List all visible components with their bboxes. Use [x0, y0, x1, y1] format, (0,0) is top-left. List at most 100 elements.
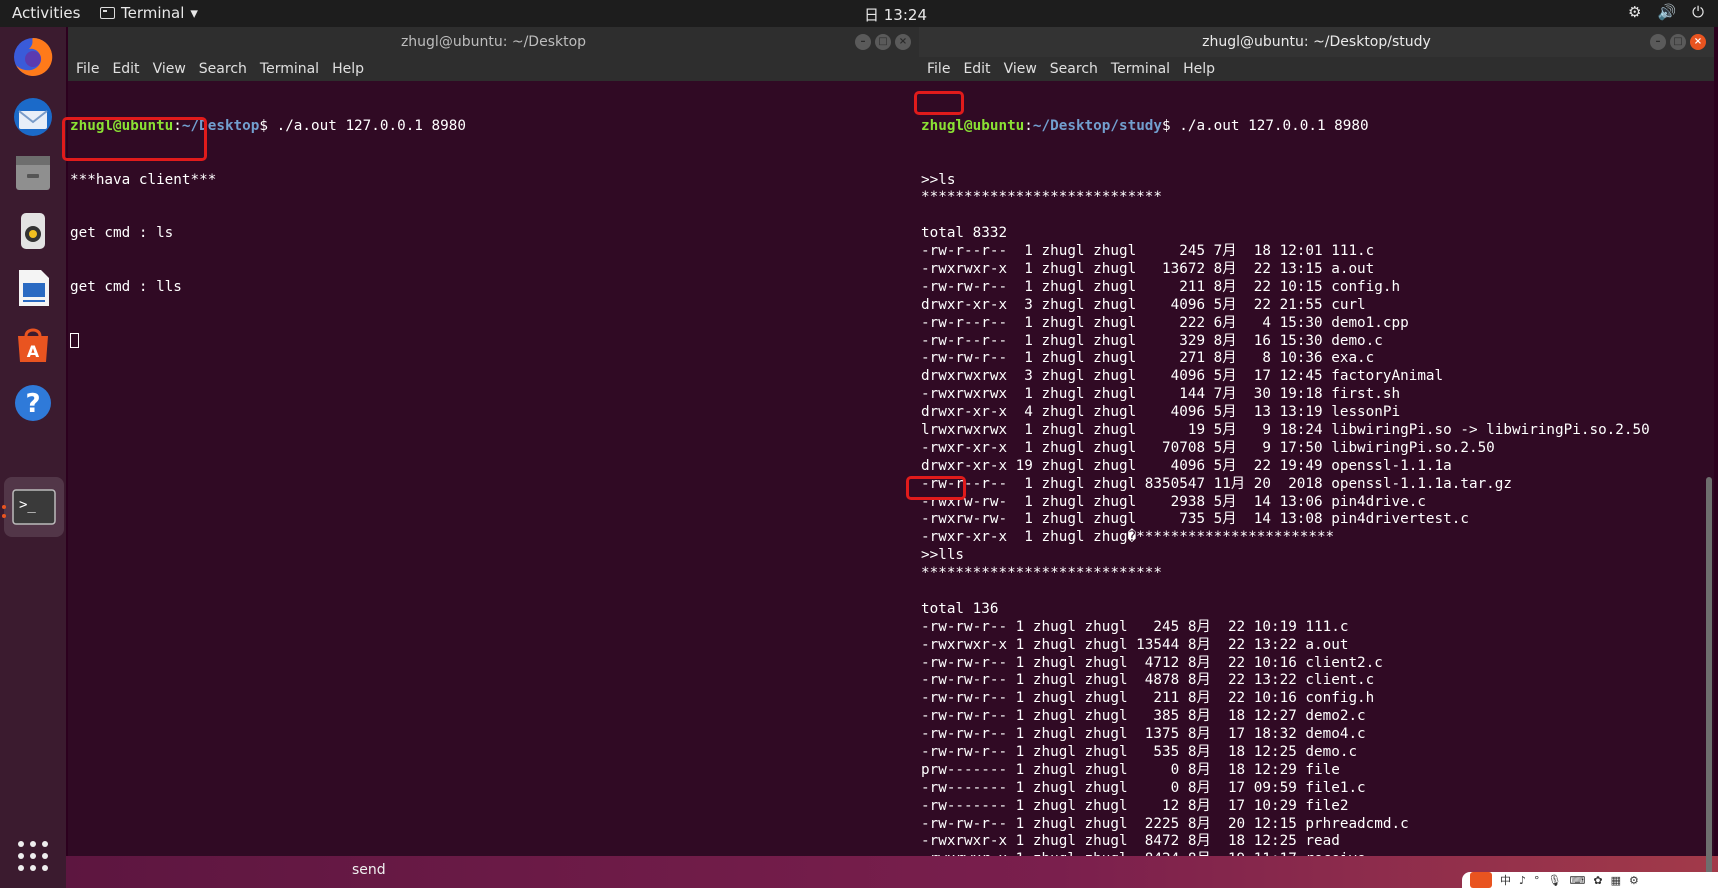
output-line: -rw-rw-r-- 1 zhugl zhugl 2225 8月 20 12:1…: [921, 815, 1409, 832]
output-line: drwxr-xr-x 4 zhugl zhugl 4096 5月 13 13:1…: [921, 404, 1401, 421]
output-line: total 8332: [921, 225, 1008, 242]
output-line: >>ls: [921, 171, 956, 188]
output-line: -rwxrwxrwx 1 zhugl zhugl 144 7月 30 19:18…: [921, 386, 1401, 403]
writer-icon[interactable]: [9, 264, 57, 312]
app-menu-button[interactable]: Terminal ▾: [100, 4, 198, 22]
system-tray[interactable]: ⚙ 🔊 ⏻: [1628, 3, 1704, 21]
running-indicator: [2, 514, 6, 518]
running-indicator: [2, 505, 6, 509]
right-window-titlebar[interactable]: zhugl@ubuntu: ~/Desktop/study – □ ×: [919, 27, 1714, 57]
window-title: zhugl@ubuntu: ~/Desktop/study: [1202, 34, 1431, 50]
menu-help[interactable]: Help: [1183, 57, 1215, 81]
menu-terminal[interactable]: Terminal: [260, 57, 319, 81]
output-line: -rwxrw-rw- 1 zhugl zhugl 735 5月 14 13:08…: [921, 511, 1469, 528]
output-line: prw------- 1 zhugl zhugl 0 8月 18 12:29 f…: [921, 761, 1340, 778]
output-line: -rw-rw-r-- 1 zhugl zhugl 211 8月 22 10:16…: [921, 690, 1375, 707]
menu-terminal[interactable]: Terminal: [1111, 57, 1170, 81]
cursor-line: [70, 333, 919, 351]
right-terminal-output[interactable]: zhugl@ubuntu:~/Desktop/study$ ./a.out 12…: [921, 82, 1714, 856]
help-icon[interactable]: ?: [9, 379, 57, 427]
output-line: drwxr-xr-x 3 zhugl zhugl 4096 5月 22 21:5…: [921, 296, 1366, 313]
clock[interactable]: 日 13:24: [864, 4, 927, 25]
left-terminal-output[interactable]: zhugl@ubuntu:~/Desktop$ ./a.out 127.0.0.…: [70, 82, 919, 856]
output-line: -rw-rw-r-- 1 zhugl zhugl 535 8月 18 12:25…: [921, 744, 1358, 761]
dock: A ? >_: [0, 27, 66, 888]
output-line: -rw-rw-r-- 1 zhugl zhugl 385 8月 18 12:27…: [921, 708, 1366, 725]
minimize-button[interactable]: –: [1650, 34, 1666, 50]
menu-view[interactable]: View: [153, 57, 186, 81]
prompt-line: zhugl@ubuntu:~/Desktop/study$ ./a.out 12…: [921, 117, 1369, 134]
maximize-button[interactable]: □: [1670, 34, 1686, 50]
output-line: -rw-r--r-- 1 zhugl zhugl 8350547 11月 20 …: [921, 475, 1512, 492]
ime-item[interactable]: 中: [1500, 872, 1511, 888]
ime-item[interactable]: ✿: [1593, 874, 1602, 887]
show-applications-icon[interactable]: [16, 839, 50, 873]
output-line: -rw-rw-r-- 1 zhugl zhugl 4712 8月 22 10:1…: [921, 654, 1383, 671]
output-line: -rw-r--r-- 1 zhugl zhugl 222 6月 4 15:30 …: [921, 314, 1409, 331]
left-menubar: File Edit View Search Terminal Help: [68, 57, 919, 81]
output-line: ****************************: [921, 565, 1163, 582]
highlight-box: [914, 91, 964, 115]
files-icon[interactable]: [9, 149, 57, 197]
left-terminal-window[interactable]: zhugl@ubuntu: ~/Desktop – □ × File Edit …: [62, 27, 919, 856]
ime-item[interactable]: ⚙: [1629, 874, 1639, 887]
output-line: -rw------- 1 zhugl zhugl 0 8月 17 09:59 f…: [921, 779, 1366, 796]
power-icon[interactable]: ⏻: [1692, 3, 1704, 21]
output-line: get cmd : lls: [70, 278, 182, 295]
ime-item[interactable]: ⌨: [1570, 874, 1586, 887]
menu-file[interactable]: File: [76, 57, 99, 81]
ime-item[interactable]: °: [1534, 874, 1540, 887]
right-terminal-window[interactable]: zhugl@ubuntu: ~/Desktop/study – □ × File…: [906, 27, 1714, 877]
sogou-logo-icon[interactable]: [1470, 872, 1492, 888]
minimize-button[interactable]: –: [855, 34, 871, 50]
output-line: -rw-rw-r-- 1 zhugl zhugl 271 8月 8 10:36 …: [921, 350, 1375, 367]
output-line: -rw-r--r-- 1 zhugl zhugl 329 8月 16 15:30…: [921, 332, 1383, 349]
menu-edit[interactable]: Edit: [112, 57, 139, 81]
rhythmbox-icon[interactable]: [9, 207, 57, 255]
output-line: ****************************: [921, 189, 1163, 206]
svg-text:A: A: [27, 342, 40, 361]
output-line: drwxr-xr-x 19 zhugl zhugl 4096 5月 22 19:…: [921, 457, 1452, 474]
ime-item[interactable]: ♪: [1519, 874, 1526, 887]
output-line: -rw-rw-r-- 1 zhugl zhugl 4878 8月 22 13:2…: [921, 672, 1375, 689]
output-line: -rwxrwxr-x 1 zhugl zhugl 8424 8月 19 11:1…: [921, 851, 1714, 856]
maximize-button[interactable]: □: [875, 34, 891, 50]
menu-search[interactable]: Search: [199, 57, 247, 81]
highlight-box: [62, 117, 207, 161]
output-line: -rwxr-xr-x 1 zhugl zhugl 70708 5月 9 17:5…: [921, 439, 1495, 456]
menu-file[interactable]: File: [927, 57, 950, 81]
activities-button[interactable]: Activities: [12, 4, 80, 22]
output-line: -rwxrwxr-x 1 zhugl zhugl 13672 8月 22 13:…: [921, 260, 1375, 277]
output-line: -rw-rw-r-- 1 zhugl zhugl 245 8月 22 10:19…: [921, 618, 1349, 635]
ime-item[interactable]: ▦: [1611, 874, 1621, 887]
volume-icon[interactable]: 🔊: [1657, 3, 1676, 21]
svg-text:>_: >_: [19, 497, 36, 513]
menu-help[interactable]: Help: [332, 57, 364, 81]
menu-edit[interactable]: Edit: [963, 57, 990, 81]
software-icon[interactable]: A: [9, 321, 57, 369]
output-line: -rw-rw-r-- 1 zhugl zhugl 211 8月 22 10:15…: [921, 278, 1401, 295]
output-line: drwxrwxrwx 3 zhugl zhugl 4096 5月 17 12:4…: [921, 368, 1444, 385]
ime-item[interactable]: 🎙: [1548, 874, 1562, 887]
input-method-bar[interactable]: 中 ♪ ° 🎙 ⌨ ✿ ▦ ⚙: [1462, 872, 1718, 888]
output-line: -rwxr-xr-x 1 zhugl zhug�****************…: [921, 529, 1335, 546]
output-line: get cmd : ls: [70, 225, 174, 242]
highlight-box: [906, 476, 966, 500]
output-line: total 136: [921, 600, 999, 617]
output-line: -rw-rw-r-- 1 zhugl zhugl 1375 8月 17 18:3…: [921, 726, 1366, 743]
menu-search[interactable]: Search: [1050, 57, 1098, 81]
terminal-small-icon: [100, 7, 115, 19]
network-icon[interactable]: ⚙: [1628, 3, 1641, 21]
thunderbird-icon[interactable]: [9, 93, 57, 141]
text-cursor: [70, 333, 79, 349]
close-button[interactable]: ×: [1690, 34, 1706, 50]
scrollbar[interactable]: [1706, 477, 1712, 877]
firefox-icon[interactable]: [9, 33, 57, 81]
app-menu-label: Terminal: [121, 4, 185, 22]
output-line: lrwxrwxrwx 1 zhugl zhugl 19 5月 9 18:24 l…: [921, 421, 1650, 438]
menu-view[interactable]: View: [1004, 57, 1037, 81]
left-window-titlebar[interactable]: zhugl@ubuntu: ~/Desktop – □ ×: [68, 27, 919, 57]
close-button[interactable]: ×: [895, 34, 911, 50]
terminal-icon[interactable]: >_: [4, 477, 64, 537]
